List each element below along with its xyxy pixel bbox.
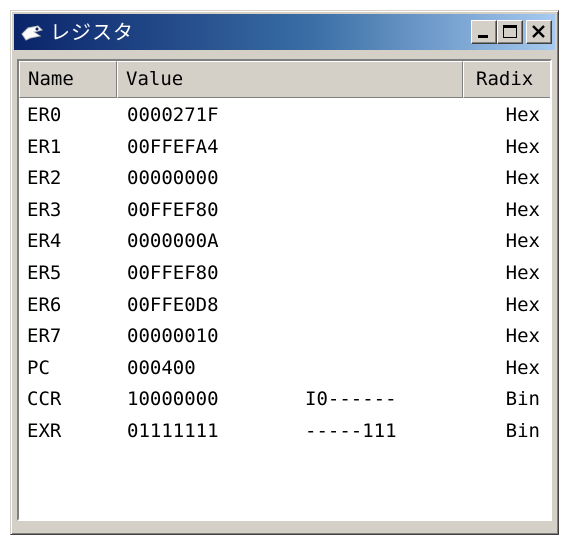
register-radix[interactable]: Hex bbox=[484, 325, 540, 347]
table-row[interactable]: ER1 00FFEFA4 Hex bbox=[19, 130, 550, 162]
table-row[interactable]: CCR 10000000 I0------ Bin bbox=[19, 382, 550, 414]
table-row[interactable]: PC 000400 Hex bbox=[19, 351, 550, 383]
window-title: レジスタ bbox=[50, 20, 134, 44]
register-name: ER4 bbox=[27, 230, 62, 253]
register-value[interactable]: 00FFEF80 bbox=[127, 199, 219, 221]
register-name: ER6 bbox=[27, 293, 62, 316]
register-radix[interactable]: Hex bbox=[484, 136, 540, 158]
minimize-button[interactable] bbox=[471, 20, 497, 44]
table-row[interactable]: ER0 0000271F Hex bbox=[19, 98, 550, 130]
register-value[interactable]: 00FFEF80 bbox=[127, 262, 219, 284]
app-icon bbox=[20, 22, 44, 42]
register-radix[interactable]: Hex bbox=[484, 357, 540, 379]
register-flags: I0------ bbox=[305, 388, 397, 411]
maximize-button[interactable] bbox=[497, 20, 523, 44]
register-name: ER1 bbox=[27, 135, 62, 158]
title-bar[interactable]: レジスタ bbox=[14, 14, 555, 50]
close-button[interactable] bbox=[526, 20, 552, 44]
register-value[interactable]: 0000000A bbox=[127, 230, 219, 252]
register-value[interactable]: 10000000 bbox=[127, 388, 219, 410]
register-name: ER3 bbox=[27, 198, 62, 221]
register-window: レジスタ Name Value Radix ER0 0000271F Hex E… bbox=[10, 10, 559, 535]
register-flags: -----111 bbox=[305, 419, 397, 442]
table-row[interactable]: ER3 00FFEF80 Hex bbox=[19, 193, 550, 225]
register-value[interactable]: 0000271F bbox=[127, 104, 219, 126]
register-value[interactable]: 000400 bbox=[127, 357, 196, 379]
column-header-radix[interactable]: Radix bbox=[463, 61, 550, 98]
table-row[interactable]: ER6 00FFE0D8 Hex bbox=[19, 288, 550, 320]
register-name: ER0 bbox=[27, 104, 62, 126]
register-value[interactable]: 00FFEFA4 bbox=[127, 136, 219, 158]
register-name: ER2 bbox=[27, 167, 62, 190]
table-row[interactable]: EXR 01111111 -----111 Bin bbox=[19, 414, 550, 446]
register-name: ER7 bbox=[27, 325, 62, 348]
register-radix[interactable]: Hex bbox=[484, 230, 540, 252]
register-name: ER5 bbox=[27, 261, 62, 284]
register-value[interactable]: 00000000 bbox=[127, 167, 219, 189]
table-row[interactable]: ER2 00000000 Hex bbox=[19, 161, 550, 193]
register-value[interactable]: 01111111 bbox=[127, 420, 219, 442]
column-header-value[interactable]: Value bbox=[117, 61, 463, 98]
column-header-name[interactable]: Name bbox=[19, 61, 117, 98]
table-row[interactable]: ER4 0000000A Hex bbox=[19, 224, 550, 256]
register-radix[interactable]: Bin bbox=[484, 420, 540, 442]
register-name: CCR bbox=[27, 388, 62, 411]
register-radix[interactable]: Hex bbox=[484, 262, 540, 284]
register-radix[interactable]: Hex bbox=[484, 167, 540, 189]
register-radix[interactable]: Hex bbox=[484, 199, 540, 221]
table-row[interactable]: ER7 00000010 Hex bbox=[19, 319, 550, 351]
register-radix[interactable]: Bin bbox=[484, 388, 540, 410]
register-value[interactable]: 00FFE0D8 bbox=[127, 294, 219, 316]
register-list[interactable]: Name Value Radix ER0 0000271F Hex ER1 00… bbox=[17, 59, 552, 521]
register-name: PC bbox=[27, 356, 50, 379]
table-body: ER0 0000271F Hex ER1 00FFEFA4 Hex ER2 00… bbox=[19, 98, 550, 446]
register-radix[interactable]: Hex bbox=[484, 294, 540, 316]
register-radix[interactable]: Hex bbox=[484, 104, 540, 126]
table-header: Name Value Radix bbox=[19, 61, 550, 98]
register-name: EXR bbox=[27, 419, 62, 442]
register-value[interactable]: 00000010 bbox=[127, 325, 219, 347]
table-row[interactable]: ER5 00FFEF80 Hex bbox=[19, 256, 550, 288]
